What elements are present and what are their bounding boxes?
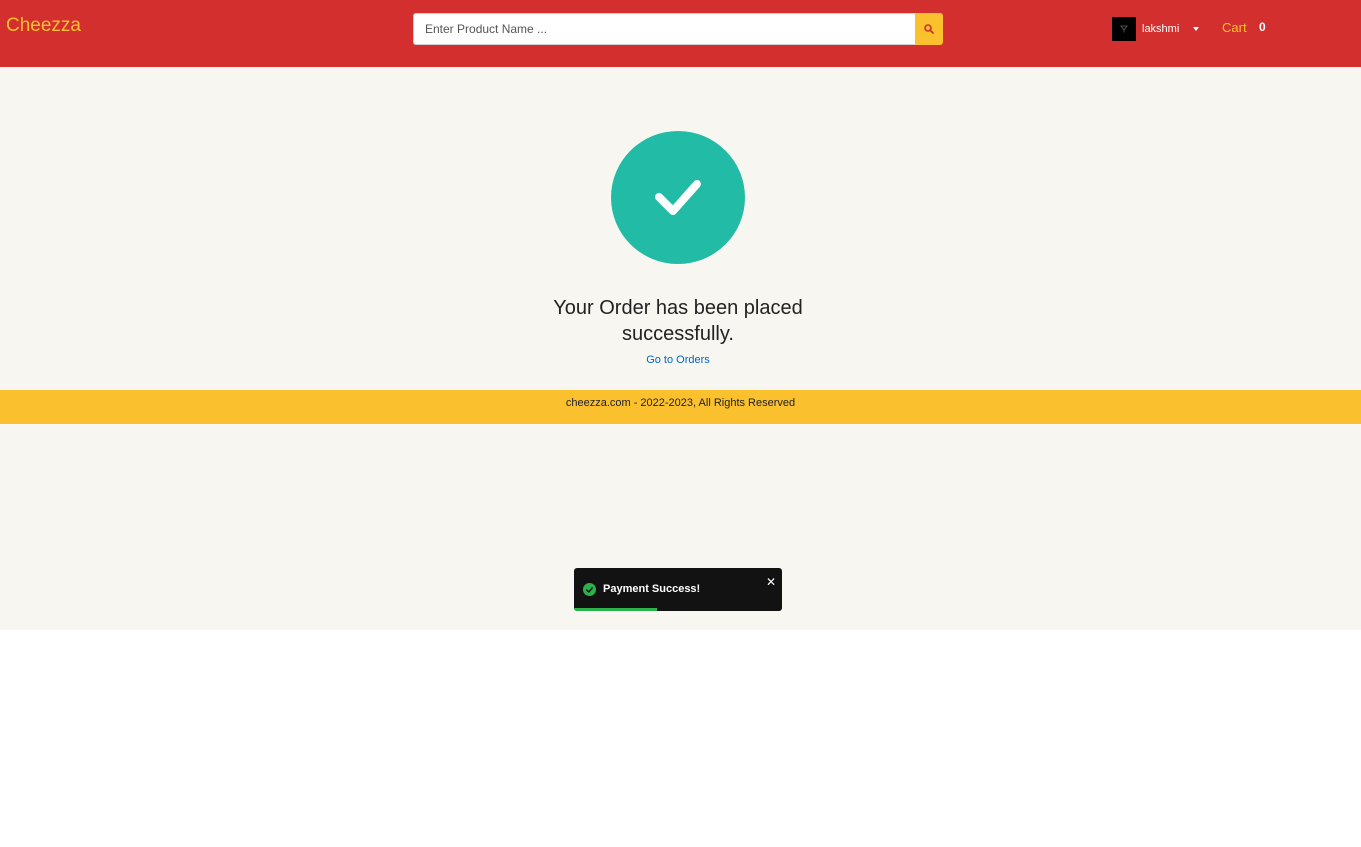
- search-bar: [413, 13, 943, 45]
- check-circle-icon: [611, 131, 745, 264]
- top-navbar: Cheezza lakshmi Cart 0: [0, 0, 1361, 67]
- user-avatar-icon: [1112, 17, 1136, 41]
- user-name: lakshmi: [1142, 23, 1180, 35]
- cart-link[interactable]: Cart: [1222, 20, 1247, 35]
- close-icon[interactable]: ✕: [766, 576, 776, 588]
- search-button[interactable]: [915, 13, 943, 45]
- go-to-orders-link[interactable]: Go to Orders: [578, 354, 778, 366]
- page: Cheezza lakshmi Cart 0: [0, 0, 1361, 847]
- chevron-down-icon[interactable]: [1193, 27, 1200, 31]
- toast-message: Payment Success!: [603, 583, 701, 595]
- toast-notification: Payment Success! ✕: [574, 568, 782, 611]
- check-circle-icon: [583, 583, 596, 596]
- order-success-section: Your Order has been placed successfully.…: [0, 67, 1361, 630]
- toast-progress-bar: [574, 608, 782, 611]
- brand-logo[interactable]: Cheezza: [6, 15, 81, 37]
- toast-progress-fill: [574, 608, 658, 611]
- checkmark-icon: [655, 179, 701, 215]
- success-message: Your Order has been placed successfully.: [553, 297, 803, 345]
- footer-text: cheezza.com - 2022-2023, All Rights Rese…: [565, 397, 796, 409]
- cart-count-badge: 0: [1259, 20, 1266, 34]
- user-menu[interactable]: lakshmi: [1112, 17, 1200, 41]
- search-input[interactable]: [413, 13, 915, 45]
- footer: cheezza.com - 2022-2023, All Rights Rese…: [0, 390, 1361, 424]
- search-icon: [924, 24, 934, 34]
